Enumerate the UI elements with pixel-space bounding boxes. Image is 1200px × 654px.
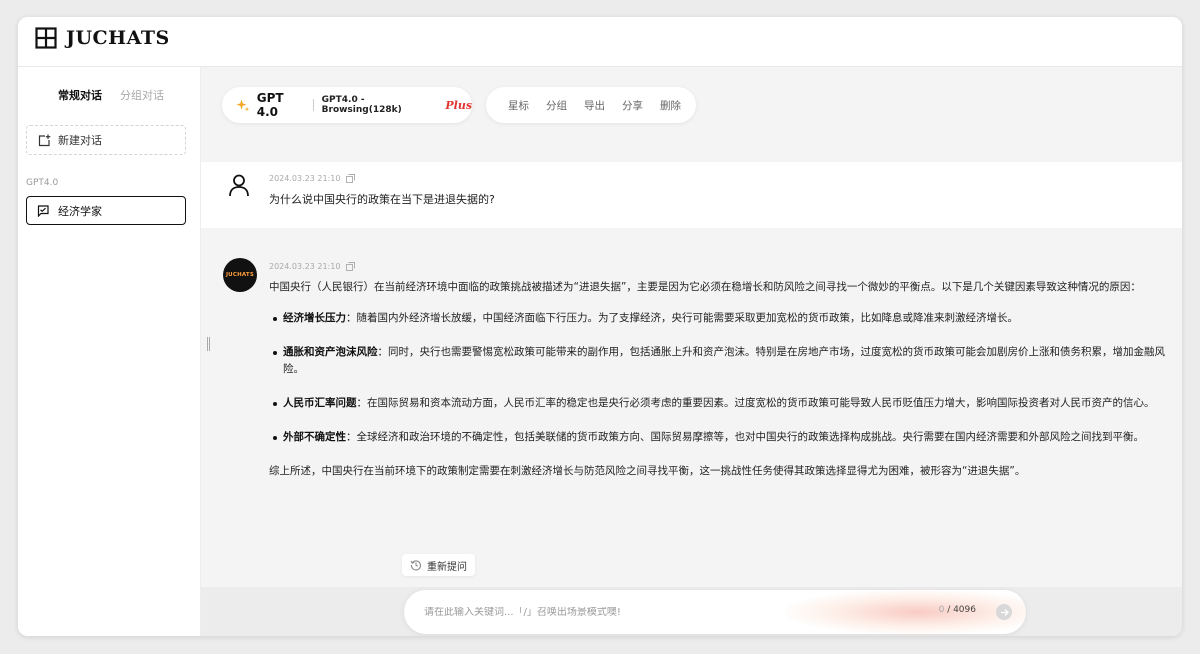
point-text: ：随着国内外经济增长放缓，中国经济面临下行压力。为了支撑经济，央行可能需要采取更… <box>346 312 1018 324</box>
model-name: GPT 4.0 <box>256 91 284 119</box>
resize-handle[interactable] <box>207 337 210 351</box>
copy-icon[interactable] <box>346 174 356 183</box>
assistant-message-timestamp: 2024.03.23 21:10 <box>269 262 341 271</box>
new-chat-icon <box>38 134 51 146</box>
assistant-intro: 中国央行（人民银行）在当前经济环境中面临的政策挑战被描述为“进退失据”，主要是因… <box>269 281 1141 293</box>
conversation-item-label: 经济学家 <box>58 204 102 218</box>
chat-main: GPT 4.0 GPT4.0 - Browsing(128k) Plus 星标 … <box>201 67 1182 636</box>
chat-input[interactable] <box>424 606 804 618</box>
assistant-avatar: JUCHATS <box>223 258 257 292</box>
char-count: 0 <box>938 605 945 615</box>
assistant-points: 经济增长压力：随着国内外经济增长放缓，中国经济面临下行压力。为了支撑经济，央行可… <box>269 310 1169 446</box>
regenerate-label: 重新提问 <box>427 561 467 573</box>
new-chat-label: 新建对话 <box>58 134 102 147</box>
model-divider <box>312 99 314 111</box>
tab-regular-chat[interactable]: 常规对话 <box>58 87 102 103</box>
history-icon <box>410 560 421 571</box>
point-title: 人民币汇率问题 <box>283 397 357 409</box>
list-item: 人民币汇率问题：在国际贸易和资本流动方面，人民币汇率的稳定也是央行必须考虑的重要… <box>269 395 1169 412</box>
sidebar: 常规对话 分组对话 新建对话 GPT4.0 经济学家 <box>18 67 201 636</box>
app-window: JUCHATS 常规对话 分组对话 新建对话 GPT4.0 经济学家 GPT 4… <box>18 17 1182 636</box>
group-action[interactable]: 分组 <box>546 98 567 113</box>
conversation-actions: 星标 分组 导出 分享 删除 <box>486 87 696 123</box>
point-title: 外部不确定性 <box>283 431 346 443</box>
user-avatar <box>223 169 255 201</box>
app-logo[interactable]: JUCHATS <box>35 27 170 49</box>
model-selector[interactable]: GPT 4.0 GPT4.0 - Browsing(128k) Plus <box>222 87 472 123</box>
point-title: 经济增长压力 <box>283 312 346 324</box>
assistant-summary: 综上所述，中国央行在当前环境下的政策制定需要在刺激经济增长与防范风险之间寻找平衡… <box>269 465 1026 477</box>
tab-group-chat[interactable]: 分组对话 <box>120 87 164 103</box>
group-label: GPT4.0 <box>26 178 59 188</box>
assistant-message: 中国央行（人民银行）在当前经济环境中面临的政策挑战被描述为“进退失据”，主要是因… <box>269 279 1169 480</box>
list-item: 经济增长压力：随着国内外经济增长放缓，中国经济面临下行压力。为了支撑经济，央行可… <box>269 310 1169 327</box>
list-item: 外部不确定性：全球经济和政治环境的不确定性，包括美联储的货币政策方向、国际贸易摩… <box>269 429 1169 446</box>
copy-icon[interactable] <box>346 262 356 271</box>
send-button[interactable] <box>996 604 1012 620</box>
regenerate-button[interactable]: 重新提问 <box>402 554 475 576</box>
layout-grid-icon <box>35 27 57 49</box>
conversation-item-economist[interactable]: 经济学家 <box>26 196 186 225</box>
char-counter: 0 / 4096 <box>939 605 976 615</box>
user-message-timestamp: 2024.03.23 21:10 <box>269 174 341 183</box>
point-title: 通胀和资产泡沫风险 <box>283 346 378 358</box>
user-message-meta: 2024.03.23 21:10 <box>269 174 356 183</box>
star-action[interactable]: 星标 <box>508 98 529 113</box>
export-action[interactable]: 导出 <box>584 98 605 113</box>
user-icon <box>229 174 249 197</box>
model-variant: GPT4.0 - Browsing(128k) <box>321 95 402 115</box>
point-text: ：全球经济和政治环境的不确定性，包括美联储的货币政策方向、国际贸易摩擦等，也对中… <box>346 431 1144 443</box>
chat-input-box: 0 / 4096 <box>404 590 1026 634</box>
send-arrow-icon <box>1000 608 1009 616</box>
app-title: JUCHATS <box>66 27 170 49</box>
assistant-message-meta: 2024.03.23 21:10 <box>269 262 356 271</box>
user-message: 2024.03.23 21:10 为什么说中国央行的政策在当下是进退失据的? <box>201 162 1182 228</box>
point-text: ：在国际贸易和资本流动方面，人民币汇率的稳定也是央行必须考虑的重要因素。过度宽松… <box>356 397 1155 409</box>
list-item: 通胀和资产泡沫风险：同时，央行也需要警惕宽松政策可能带来的副作用，包括通胀上升和… <box>269 344 1169 378</box>
chat-check-icon <box>37 204 49 217</box>
new-chat-button[interactable]: 新建对话 <box>26 125 186 155</box>
user-message-text: 为什么说中国央行的政策在当下是进退失据的? <box>269 193 495 206</box>
plus-badge: Plus <box>445 98 473 112</box>
top-bar: JUCHATS <box>18 17 1182 67</box>
share-action[interactable]: 分享 <box>622 98 643 113</box>
sidebar-tabs: 常规对话 分组对话 <box>58 87 164 103</box>
char-limit: / 4096 <box>947 605 976 615</box>
point-text: ：同时，央行也需要警惕宽松政策可能带来的副作用，包括通胀上升和资产泡沫。特别是在… <box>283 346 1165 375</box>
sparkle-icon <box>236 99 250 111</box>
floral-decoration <box>786 590 1026 634</box>
delete-action[interactable]: 删除 <box>660 98 681 113</box>
